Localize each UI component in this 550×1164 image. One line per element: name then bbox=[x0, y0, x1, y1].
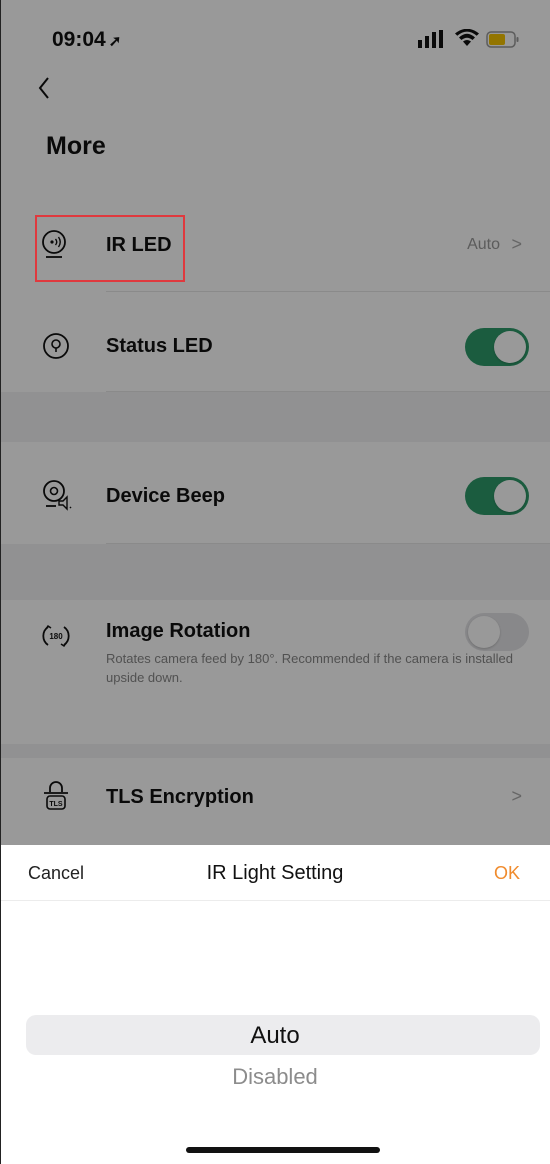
ok-button[interactable]: OK bbox=[494, 863, 520, 884]
screen-edge bbox=[0, 0, 1, 1164]
sheet-header: Cancel IR Light Setting OK bbox=[0, 845, 550, 901]
picker-option-disabled[interactable]: Disabled bbox=[0, 1064, 550, 1090]
home-indicator[interactable] bbox=[186, 1147, 380, 1153]
ir-led-highlight-box bbox=[35, 215, 185, 282]
picker-option-auto[interactable]: Auto bbox=[0, 1022, 550, 1050]
sheet-title: IR Light Setting bbox=[206, 862, 344, 884]
dim-overlay[interactable] bbox=[0, 0, 550, 845]
screen: 09:04 ➚ More IR LED Auto > Status LED De… bbox=[0, 0, 550, 1164]
ir-light-setting-sheet: Cancel IR Light Setting OK Auto Disabled bbox=[0, 845, 550, 1164]
